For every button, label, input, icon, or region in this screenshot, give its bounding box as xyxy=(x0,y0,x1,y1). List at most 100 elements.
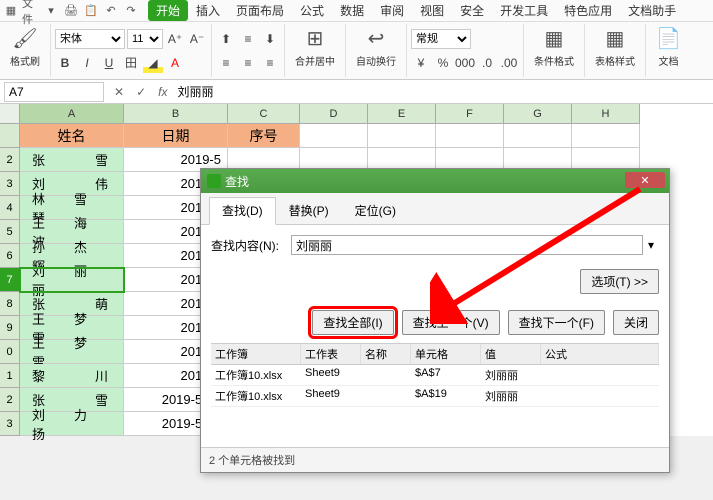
rowheader[interactable]: 7 xyxy=(0,268,20,292)
rh-ws[interactable]: 工作表 xyxy=(301,344,361,364)
tab-special[interactable]: 特色应用 xyxy=(556,0,620,21)
align-bottom-icon[interactable]: ⬇ xyxy=(260,29,280,49)
border-button[interactable]: 田 xyxy=(121,53,141,73)
formula-bar[interactable] xyxy=(173,85,713,99)
font-size-select[interactable]: 11 xyxy=(127,29,163,49)
fx-icon[interactable]: fx xyxy=(152,85,173,99)
result-row[interactable]: 工作簿10.xlsxSheet9$A$7刘丽丽 xyxy=(211,365,659,386)
tab-security[interactable]: 安全 xyxy=(452,0,492,21)
tab-view[interactable]: 视图 xyxy=(412,0,452,21)
cell[interactable] xyxy=(436,124,504,148)
tab-start[interactable]: 开始 xyxy=(148,0,188,21)
rowheader[interactable]: 9 xyxy=(0,316,20,340)
rh-val[interactable]: 值 xyxy=(481,344,541,364)
qa-icon-1[interactable]: 🖨 xyxy=(62,2,80,20)
rh-name[interactable]: 名称 xyxy=(361,344,411,364)
redo-icon[interactable]: ↷ xyxy=(122,2,140,20)
align-left-icon[interactable]: ≡ xyxy=(216,53,236,73)
percent-icon[interactable]: % xyxy=(433,53,453,73)
colheader-d[interactable]: D xyxy=(300,104,368,124)
cond-format-button[interactable]: ▦ 条件格式 xyxy=(528,24,580,70)
align-center-icon[interactable]: ≡ xyxy=(238,53,258,73)
rowheader[interactable]: 1 xyxy=(0,364,20,388)
colheader-g[interactable]: G xyxy=(504,104,572,124)
decrease-font-icon[interactable]: A⁻ xyxy=(187,29,207,49)
rowheader[interactable]: 3 xyxy=(0,412,20,436)
decimal-inc-icon[interactable]: .0 xyxy=(477,53,497,73)
tab-assistant[interactable]: 文档助手 xyxy=(620,0,684,21)
cell[interactable]: 日期 xyxy=(124,124,228,148)
cell[interactable]: 张 雪 xyxy=(20,148,124,172)
increase-font-icon[interactable]: A⁺ xyxy=(165,29,185,49)
colheader-f[interactable]: F xyxy=(436,104,504,124)
rowheader[interactable]: 6 xyxy=(0,244,20,268)
rh-formula[interactable]: 公式 xyxy=(541,344,659,364)
tab-layout[interactable]: 页面布局 xyxy=(228,0,292,21)
doc-button[interactable]: 📄 文档 xyxy=(650,24,687,70)
rowheader[interactable]: 5 xyxy=(0,220,20,244)
tab-dev[interactable]: 开发工具 xyxy=(492,0,556,21)
cell[interactable]: 刘 力 扬 xyxy=(20,412,124,436)
fx-cancel-icon[interactable]: ✕ xyxy=(108,85,130,99)
tab-formula[interactable]: 公式 xyxy=(292,0,332,21)
result-row[interactable]: 工作簿10.xlsxSheet9$A$19刘丽丽 xyxy=(211,386,659,407)
qa-icon-2[interactable]: 📋 xyxy=(82,2,100,20)
colheader-b[interactable]: B xyxy=(124,104,228,124)
font-name-select[interactable]: 宋体 xyxy=(55,29,125,49)
dialog-titlebar[interactable]: 查找 ✕ xyxy=(201,169,669,193)
select-all-corner[interactable] xyxy=(0,104,20,124)
dialog-close-button[interactable]: ✕ xyxy=(625,172,665,188)
comma-icon[interactable]: 000 xyxy=(455,53,475,73)
decimal-dec-icon[interactable]: .00 xyxy=(499,53,519,73)
colheader-h[interactable]: H xyxy=(572,104,640,124)
cell[interactable] xyxy=(504,124,572,148)
tab-review[interactable]: 审阅 xyxy=(372,0,412,21)
cell[interactable]: 姓名 xyxy=(20,124,124,148)
merge-center-button[interactable]: ⊞ 合并居中 xyxy=(289,24,341,70)
cell[interactable]: 王 梦 雪 xyxy=(20,340,124,364)
rowheader[interactable]: 3 xyxy=(0,172,20,196)
italic-button[interactable]: I xyxy=(77,53,97,73)
find-history-dropdown[interactable]: ▾ xyxy=(643,238,659,252)
find-all-button[interactable]: 查找全部(I) xyxy=(312,310,393,335)
tab-data[interactable]: 数据 xyxy=(332,0,372,21)
cell[interactable]: 序号 xyxy=(228,124,300,148)
align-middle-icon[interactable]: ≡ xyxy=(238,29,258,49)
wrap-text-button[interactable]: ↩ 自动换行 xyxy=(350,24,402,70)
cell[interactable] xyxy=(572,124,640,148)
dialog-tab-find[interactable]: 查找(D) xyxy=(209,197,276,225)
rowheader[interactable]: 2 xyxy=(0,388,20,412)
table-style-button[interactable]: ▦ 表格样式 xyxy=(589,24,641,70)
cell[interactable]: 刘 丽 丽 xyxy=(20,268,124,292)
align-right-icon[interactable]: ≡ xyxy=(260,53,280,73)
find-prev-button[interactable]: 查找上一个(V) xyxy=(402,310,500,335)
menu-file[interactable]: 文件 xyxy=(22,2,40,20)
rowheader[interactable] xyxy=(0,124,20,148)
cell[interactable] xyxy=(368,124,436,148)
save-icon[interactable]: ▾ xyxy=(42,2,60,20)
find-next-button[interactable]: 查找下一个(F) xyxy=(508,310,605,335)
align-top-icon[interactable]: ⬆ xyxy=(216,29,236,49)
rowheader[interactable]: 0 xyxy=(0,340,20,364)
font-color-button[interactable]: A xyxy=(165,53,185,73)
fx-accept-icon[interactable]: ✓ xyxy=(130,85,152,99)
name-box[interactable]: A7 xyxy=(4,82,104,102)
rowheader[interactable]: 8 xyxy=(0,292,20,316)
currency-icon[interactable]: ¥ xyxy=(411,53,431,73)
rh-cell[interactable]: 单元格 xyxy=(411,344,481,364)
colheader-e[interactable]: E xyxy=(368,104,436,124)
options-button[interactable]: 选项(T) >> xyxy=(580,269,659,294)
tab-insert[interactable]: 插入 xyxy=(188,0,228,21)
colheader-a[interactable]: A xyxy=(20,104,124,124)
dialog-cancel-button[interactable]: 关闭 xyxy=(613,310,659,335)
format-painter-button[interactable]: 🖌 格式刷 xyxy=(4,24,46,70)
rh-wb[interactable]: 工作簿 xyxy=(211,344,301,364)
cell[interactable]: 黎 川 xyxy=(20,364,124,388)
colheader-c[interactable]: C xyxy=(228,104,300,124)
rowheader[interactable]: 2 xyxy=(0,148,20,172)
undo-icon[interactable]: ↶ xyxy=(102,2,120,20)
dialog-tab-goto[interactable]: 定位(G) xyxy=(342,197,409,224)
number-format-select[interactable]: 常规 xyxy=(411,29,471,49)
bold-button[interactable]: B xyxy=(55,53,75,73)
dialog-tab-replace[interactable]: 替换(P) xyxy=(276,197,342,224)
